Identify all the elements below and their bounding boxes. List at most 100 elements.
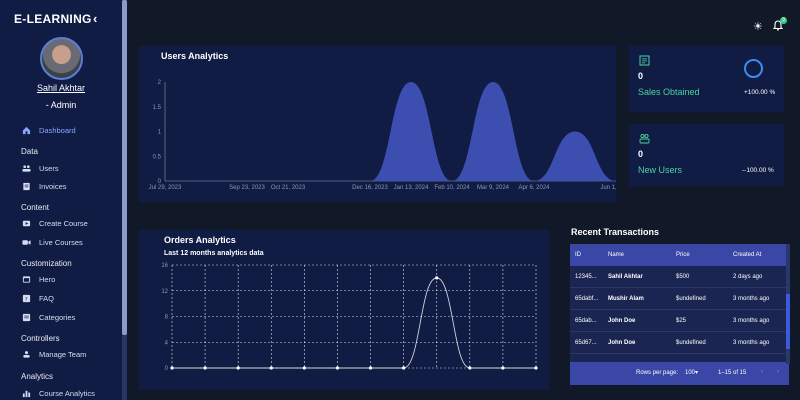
data-point — [203, 366, 207, 370]
cell-price: $undefined — [676, 340, 706, 346]
y-tick-label: 1.5 — [153, 105, 162, 111]
sidebar-item-label: Invoices — [39, 182, 67, 191]
y-tick-label: 0 — [165, 366, 169, 372]
data-point — [402, 366, 406, 370]
table-row[interactable]: 65dabf... Mushir Alam $undefined 3 month… — [570, 288, 789, 310]
new-users-label: New Users — [638, 165, 683, 175]
invoice-icon — [23, 182, 30, 191]
x-tick-label: Sep 23, 2023 — [229, 185, 265, 191]
cell-created-at: 3 months ago — [733, 296, 770, 302]
sidebar-item-users[interactable]: Users — [22, 164, 59, 173]
cell-name: John Doe — [608, 318, 636, 324]
people-icon — [639, 133, 650, 144]
sales-card — [629, 46, 784, 112]
x-tick-label: Feb 10, 2024 — [434, 185, 470, 191]
x-tick-label: Jun 1, 2024 — [600, 185, 616, 191]
column-header-price[interactable]: Price — [676, 252, 690, 258]
sidebar-item-label: Dashboard — [39, 126, 76, 135]
data-point — [302, 366, 306, 370]
x-tick-label: Jan 13, 2024 — [394, 185, 429, 191]
notification-badge: 3 — [780, 17, 787, 24]
sidebar-item-dashboard[interactable]: Dashboard — [22, 126, 76, 135]
users-area-series — [165, 82, 616, 181]
sidebar-item-label: Hero — [39, 275, 56, 284]
chevron-right-icon[interactable]: › — [777, 369, 779, 375]
table-pagination: Rows per page: 100 ▾ 1–15 of 15 ‹ › — [570, 362, 789, 385]
sales-progress-ring — [744, 59, 763, 78]
table-row[interactable]: 65d67... John Doe $undefined 3 months ag… — [570, 332, 789, 354]
section-customization: Customization — [21, 259, 72, 268]
x-tick-label: Apr 6, 2024 — [518, 185, 550, 191]
cell-price: $25 — [676, 318, 687, 324]
sidebar-scrollbar-thumb[interactable] — [122, 0, 127, 335]
cell-price: $500 — [676, 274, 690, 280]
data-point — [534, 366, 538, 370]
sidebar-item-hero[interactable]: Hero — [22, 275, 55, 284]
sales-label: Sales Obtained — [638, 87, 700, 97]
new-users-value: 0 — [638, 149, 644, 159]
transactions-title: Recent Transactions — [571, 227, 660, 237]
cell-id: 65d67... — [575, 340, 597, 346]
x-tick-label: Oct 21, 2023 — [271, 185, 306, 191]
sidebar-item-categories[interactable]: Categories — [22, 313, 75, 322]
transactions-scrollbar[interactable] — [786, 244, 790, 364]
users-analytics-chart: 21.510.50Jul 29, 2023 Sep 23, 2023 Oct 21,… — [149, 80, 616, 191]
quiz-icon: ? — [22, 294, 31, 303]
sales-change: +100.00 % — [744, 89, 776, 96]
rows-per-page-select[interactable]: 100 — [685, 370, 695, 376]
cell-name: John Doe — [608, 340, 636, 346]
section-content: Content — [21, 203, 50, 212]
sidebar-scrollbar[interactable] — [122, 0, 127, 400]
column-header-id[interactable]: ID — [575, 252, 581, 258]
cell-created-at: 2 days ago — [733, 274, 763, 280]
pagination-range: 1–15 of 15 — [718, 370, 747, 376]
rows-per-page-label: Rows per page: — [636, 370, 679, 376]
table-row[interactable]: 12345... Sahil Akhtar $500 2 days ago — [570, 266, 789, 288]
sidebar-item-manage-team[interactable]: Manage Team — [22, 350, 86, 359]
data-point — [435, 276, 439, 280]
data-point — [368, 366, 373, 370]
cell-name: Mushir Alam — [608, 296, 644, 302]
user-name: Sahil Akhtar — [36, 83, 86, 93]
y-tick-label: 1 — [158, 130, 162, 136]
y-tick-label: 8 — [165, 315, 169, 321]
data-point — [236, 366, 240, 370]
sidebar-item-label: Live Courses — [39, 238, 83, 247]
collapse-sidebar-icon[interactable]: ‹ — [93, 11, 97, 26]
transactions-scrollbar-thumb[interactable] — [786, 294, 790, 349]
table-header: ID Name Price Created At — [570, 244, 789, 266]
sidebar-item-faq[interactable]: ? FAQ — [22, 294, 54, 303]
new-users-card — [629, 124, 784, 186]
live-video-icon — [22, 240, 31, 245]
data-point — [335, 366, 340, 370]
svg-text:?: ? — [25, 297, 28, 303]
sidebar-item-create-course[interactable]: Create Course — [22, 219, 88, 228]
orders-analytics-chart: 16 12 8 4 0 — [161, 263, 538, 372]
table-row[interactable]: 65dab... John Doe $25 3 months ago — [570, 310, 789, 332]
chart-icon — [22, 390, 31, 398]
column-header-created-at[interactable]: Created At — [733, 252, 761, 258]
chevron-left-icon[interactable]: ‹ — [761, 369, 763, 375]
sun-icon[interactable]: ☀ — [753, 20, 763, 33]
sidebar-item-label: Categories — [39, 313, 76, 322]
column-header-name[interactable]: Name — [608, 252, 624, 258]
sidebar-item-label: FAQ — [39, 294, 55, 303]
sidebar-item-live-courses[interactable]: Live Courses — [22, 238, 83, 247]
x-tick-label: Dec 16, 2023 — [352, 185, 388, 191]
sidebar-item-course-analytics[interactable]: Course Analytics — [22, 389, 95, 398]
y-tick-label: 12 — [161, 289, 168, 295]
sidebar-item-invoices[interactable]: Invoices — [22, 182, 67, 191]
data-point — [269, 366, 273, 370]
data-point — [170, 366, 174, 370]
cell-created-at: 3 months ago — [733, 318, 770, 324]
user-role: - Admin — [45, 100, 77, 110]
dropdown-icon[interactable]: ▾ — [695, 369, 698, 376]
home-icon — [22, 126, 31, 135]
y-tick-label: 2 — [158, 80, 162, 86]
x-tick-label: Jul 29, 2023 — [149, 185, 182, 191]
y-tick-label: 4 — [165, 340, 169, 346]
receipt-icon — [639, 55, 650, 66]
cell-price: $undefined — [676, 296, 706, 302]
data-point — [501, 366, 505, 370]
avatar — [40, 37, 83, 80]
